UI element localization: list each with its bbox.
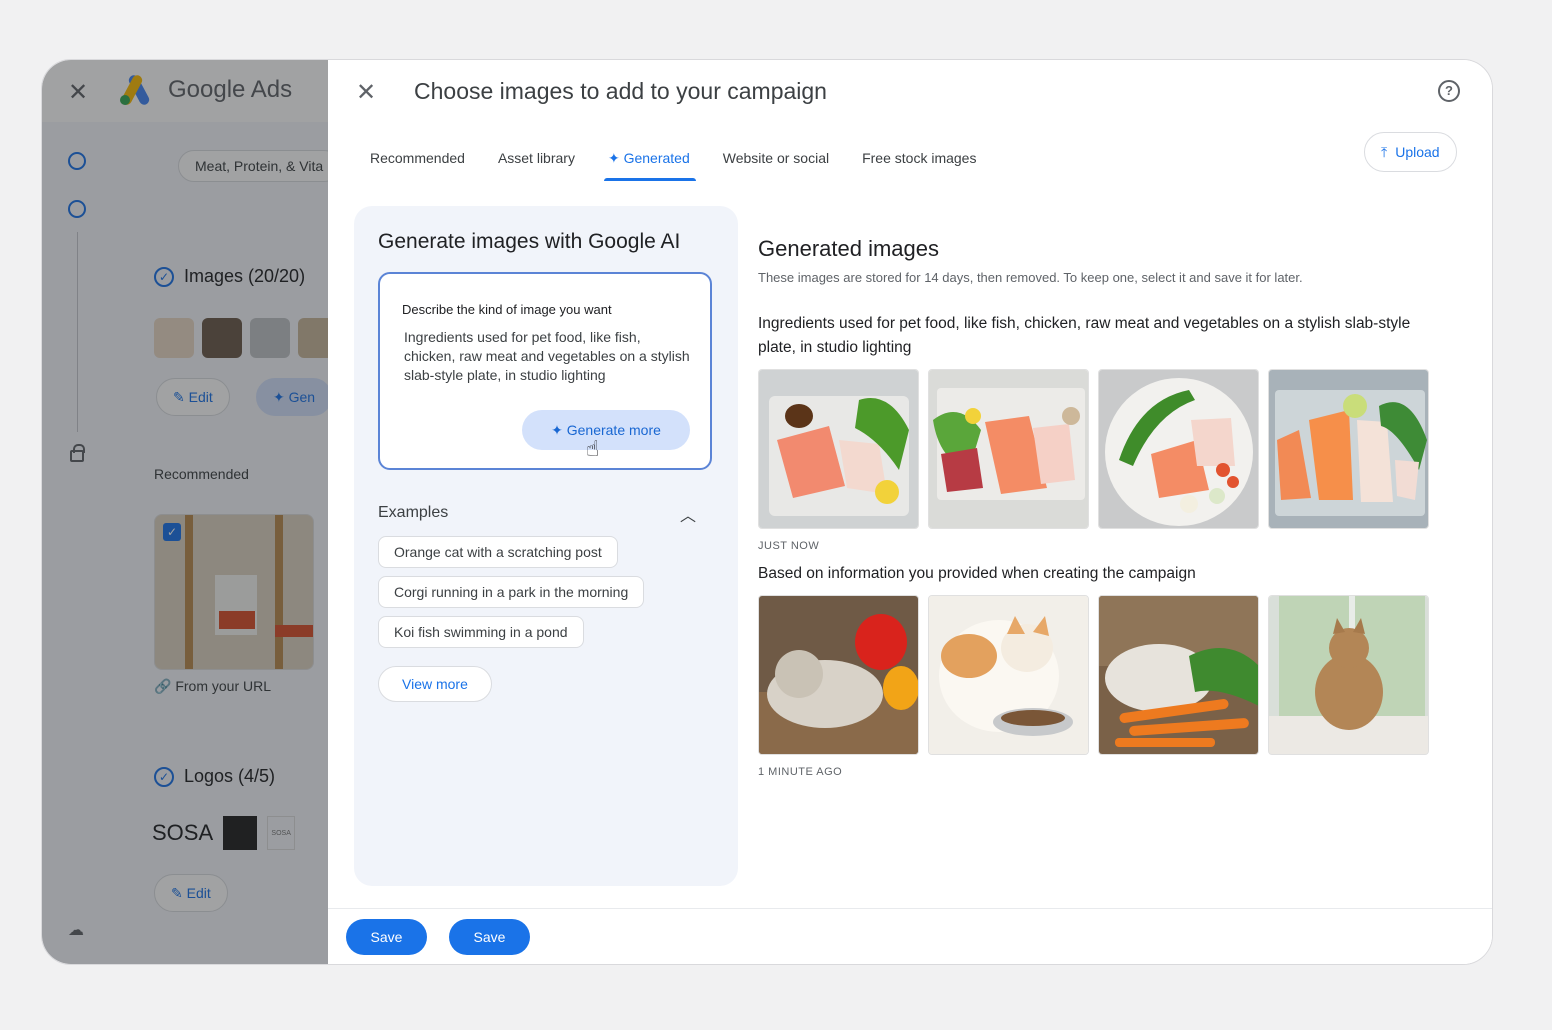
group-campaign-title: Based on information you provided when c… <box>758 565 1196 582</box>
generated-images-note: These images are stored for 14 days, the… <box>758 270 1303 285</box>
generated-image[interactable] <box>928 595 1089 755</box>
modal-overlay[interactable] <box>42 60 332 964</box>
help-icon[interactable]: ? <box>1438 80 1460 102</box>
dialog-footer: Save Save <box>328 908 1492 964</box>
generated-image-row <box>758 369 1429 529</box>
generated-image[interactable] <box>1268 369 1429 529</box>
group-prompt-title: Ingredients used for pet food, like fish… <box>758 315 1411 356</box>
close-icon[interactable]: ✕ <box>356 78 376 107</box>
panel-title: Generate images with Google AI <box>378 230 681 253</box>
tab-recommended[interactable]: Recommended <box>370 150 465 181</box>
generated-image[interactable] <box>1268 595 1429 755</box>
upload-button[interactable]: ⤒ Upload <box>1364 132 1457 172</box>
save-button[interactable]: Save <box>449 919 530 955</box>
dialog-title: Choose images to add to your campaign <box>414 78 827 104</box>
app-window: ✕ Google Ads ☁ Meat, Protein, & Vita ✓ I… <box>41 59 1493 965</box>
generated-image[interactable] <box>758 369 919 529</box>
tab-free-stock-images[interactable]: Free stock images <box>862 150 976 181</box>
generated-image[interactable] <box>758 595 919 755</box>
source-tabs: Recommended Asset library ✦ Generated We… <box>370 150 976 181</box>
generate-panel: Generate images with Google AI Describe … <box>354 206 738 886</box>
example-chip[interactable]: Corgi running in a park in the morning <box>378 576 645 608</box>
generated-image[interactable] <box>1098 595 1259 755</box>
generated-image[interactable] <box>928 369 1089 529</box>
example-chip[interactable]: Koi fish swimming in a pond <box>378 616 584 648</box>
tab-generated[interactable]: ✦ Generated <box>603 150 696 181</box>
generated-images-title: Generated images <box>758 236 939 261</box>
image-picker-dialog: ✕ Choose images to add to your campaign … <box>328 60 1492 964</box>
prompt-textarea[interactable]: Ingredients used for pet food, like fish… <box>404 328 694 385</box>
prompt-input-box[interactable]: Describe the kind of image you want Ingr… <box>378 272 712 470</box>
tab-asset-library[interactable]: Asset library <box>498 150 575 181</box>
group-timestamp: 1 MINUTE AGO <box>758 766 843 778</box>
save-button[interactable]: Save <box>346 919 427 955</box>
prompt-label: Describe the kind of image you want <box>402 302 612 317</box>
generated-image[interactable] <box>1098 369 1259 529</box>
generated-image-row <box>758 595 1429 755</box>
upload-icon: ⤒ <box>1381 144 1388 160</box>
view-more-button[interactable]: View more <box>378 666 492 702</box>
chevron-up-icon[interactable]: ︿ <box>680 502 696 526</box>
hand-cursor-icon: ☝ <box>586 436 600 461</box>
tab-website-or-social[interactable]: Website or social <box>723 150 829 181</box>
upload-label: Upload <box>1395 144 1440 160</box>
examples-title: Examples <box>378 504 449 521</box>
group-timestamp: JUST NOW <box>758 540 820 552</box>
generate-more-button[interactable]: ✦ Generate more <box>522 410 690 450</box>
example-chip[interactable]: Orange cat with a scratching post <box>378 536 618 568</box>
